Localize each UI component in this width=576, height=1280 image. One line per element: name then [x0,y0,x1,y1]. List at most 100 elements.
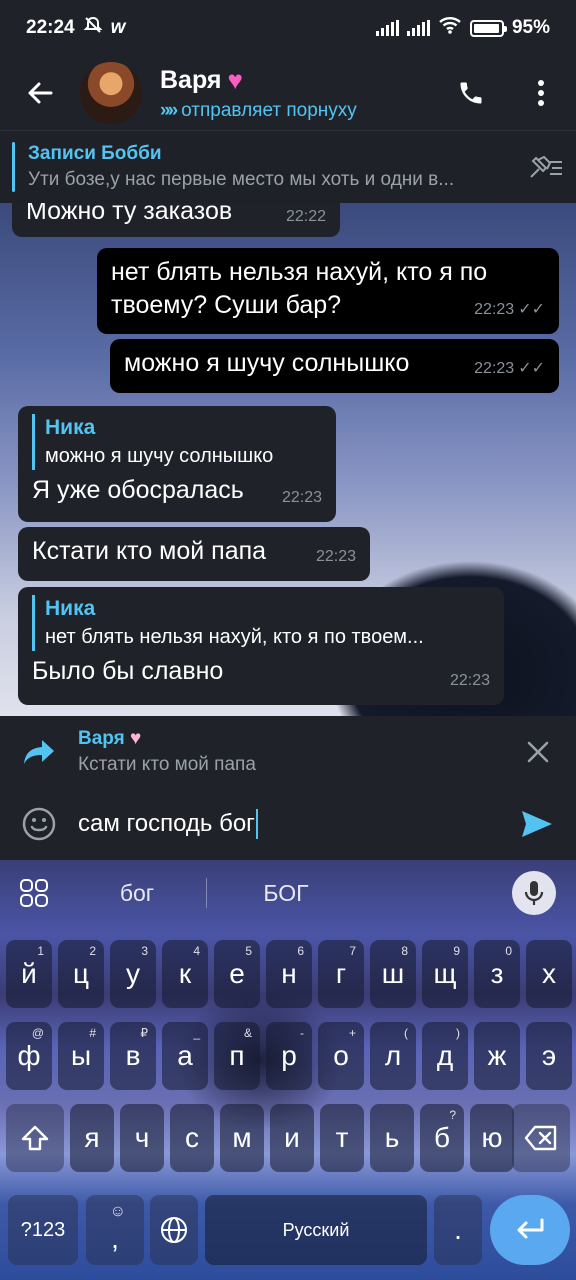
pinned-list-button[interactable] [516,137,576,197]
period-key[interactable]: . [434,1195,482,1265]
key-row2-9[interactable]: ж [474,1022,520,1090]
message-bubble-outgoing[interactable]: можно я шучу солнышко 22:23 ✓✓ [110,339,559,393]
text-cursor [255,809,258,839]
enter-arrow-icon [517,1218,544,1239]
message-time: 22:23 [281,489,322,506]
enter-key[interactable] [490,1195,570,1265]
message-bubble[interactable]: Ника нет блять нельзя нахуй, кто я по тв… [18,587,504,705]
message-time: 22:22 [285,208,326,225]
reply-preview-text: Кстати кто мой папа [78,754,256,775]
reply-preview-name: Варя [78,728,125,749]
message-text: Было бы славно [32,657,224,685]
shift-key[interactable] [6,1104,64,1172]
key-row2-0[interactable]: ф @ [6,1022,52,1090]
key-row3-5[interactable]: т [320,1104,364,1172]
key-row3-3[interactable]: м [220,1104,264,1172]
heart-icon: ♥ [227,64,243,95]
message-input[interactable]: сам господь бог [78,809,498,839]
grid-icon [20,879,48,907]
key-row2-8[interactable]: д) [422,1022,468,1090]
message-text: Можно ту заказов [26,203,233,225]
message-bubble[interactable]: Можно ту заказов 22:22 [12,203,340,237]
suggestion-strip: бог БОГ [0,860,576,926]
chat-header: Варя ♥ »» отправляет порнуху [0,56,576,130]
shift-arrow-icon [21,1125,49,1151]
chat-status: отправляет порнуху [181,99,357,121]
keyboard-menu-button[interactable] [0,878,68,908]
send-icon [522,811,552,837]
key-row1-4[interactable]: е5 [214,940,260,1008]
globe-icon [161,1217,187,1243]
reply-text: нет блять нельзя нахуй, кто я по твоем..… [45,626,424,648]
symbols-key[interactable]: ?123 [8,1195,78,1265]
message-text: можно я шучу солнышко [124,349,410,377]
key-row1-1[interactable]: ц2 [58,940,104,1008]
key-row3-6[interactable]: ь [370,1104,414,1172]
message-bubble[interactable]: Кстати кто мой папа 22:23 [18,527,370,581]
smiley-icon [22,807,56,841]
chat-messages[interactable]: Можно ту заказов 22:22 нет блять нельзя … [0,203,576,716]
key-row2-3[interactable]: а _ [162,1022,208,1090]
suggestion-2[interactable]: БОГ [217,880,355,907]
typing-arrows-icon: »» [160,99,178,121]
reply-author: Ника [45,597,96,620]
message-text: Я уже обосралась [32,476,244,504]
key-row2-10[interactable]: э [526,1022,572,1090]
battery-icon [469,19,507,37]
key-row1-3[interactable]: к4 [162,940,208,1008]
reply-author: Ника [45,416,96,439]
key-row1-6[interactable]: г7 [318,940,364,1008]
message-input-bar: сам господь бог [0,788,576,860]
pinned-message[interactable]: Записи Бобби Ути бозе,у нас первые место… [0,130,576,203]
send-button[interactable] [498,809,576,839]
message-time: 22:23 [315,548,356,565]
key-row3-8[interactable]: ю [470,1104,514,1172]
more-options-button[interactable] [506,56,576,130]
signal-icon-2 [406,20,430,36]
back-button[interactable] [0,56,80,130]
avatar[interactable] [80,62,142,124]
wifi-icon [438,15,462,41]
quoted-reply[interactable]: Ника можно я шучу солнышко [32,414,322,470]
battery-percent: 95% [511,17,550,38]
key-row1-9[interactable]: з0 [474,940,520,1008]
key-row2-5[interactable]: р- [266,1022,312,1090]
emoji-button[interactable] [0,807,78,841]
message-bubble-outgoing[interactable]: нет блять нельзя нахуй, кто я по твоему?… [97,248,559,334]
key-row3-4[interactable]: и [270,1104,314,1172]
space-key[interactable]: Русский [205,1195,427,1265]
app-w-icon: w [110,17,126,38]
comma-key[interactable]: ☺ , [86,1195,144,1265]
language-key[interactable] [150,1195,198,1265]
close-icon [527,741,549,763]
voice-input-button[interactable] [512,871,556,915]
pin-list-icon [530,155,562,178]
key-row1-2[interactable]: у3 [110,940,156,1008]
key-row2-2[interactable]: в ₽ [110,1022,156,1090]
mute-notifications-icon [83,15,103,41]
phone-icon [460,82,482,104]
key-row1-8[interactable]: щ9 [422,940,468,1008]
key-row3-7[interactable]: б? [420,1104,464,1172]
key-row1-10[interactable]: х [526,940,572,1008]
reply-text: можно я шучу солнышко [45,445,274,467]
key-row2-1[interactable]: ы # [58,1022,104,1090]
call-button[interactable] [436,56,506,130]
key-row1-5[interactable]: н6 [266,940,312,1008]
key-row2-4[interactable]: п & [214,1022,260,1090]
chat-title-area[interactable]: Варя ♥ »» отправляет порнуху [160,65,436,122]
key-row1-7[interactable]: ш8 [370,940,416,1008]
key-row3-2[interactable]: с [170,1104,214,1172]
key-row3-1[interactable]: ч [120,1104,164,1172]
key-row2-6[interactable]: о + [318,1022,364,1090]
backspace-key[interactable] [512,1104,570,1172]
suggestion-1[interactable]: бог [68,880,206,907]
key-row3-0[interactable]: я [70,1104,114,1172]
message-bubble[interactable]: Ника можно я шучу солнышко Я уже обосрал… [18,406,336,522]
key-row1-0[interactable]: й1 [6,940,52,1008]
message-time: 22:23 [474,301,515,318]
quoted-reply[interactable]: Ника нет блять нельзя нахуй, кто я по тв… [32,595,484,651]
message-text: нет блять нельзя нахуй, кто я по твоему?… [111,258,488,319]
cancel-reply-button[interactable] [500,741,576,763]
key-row2-7[interactable]: л( [370,1022,416,1090]
